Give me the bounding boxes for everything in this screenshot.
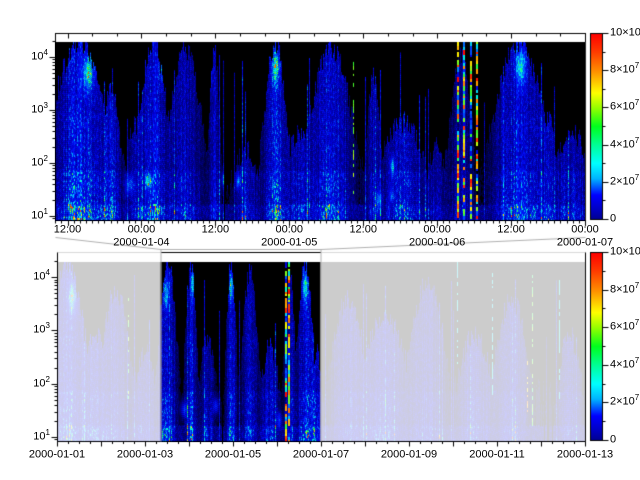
colorbar-tick-label: 10×107	[610, 247, 640, 258]
colorbar-tick-label: 6×107	[610, 102, 639, 113]
x-tick-label-time: 12:00	[349, 225, 377, 236]
colorbar-tick-label: 0	[610, 214, 616, 225]
x-tick-label-date: 2000-01-04	[113, 238, 169, 249]
y-tick-label: 104	[31, 52, 48, 63]
x-tick-label-date: 2000-01-11	[469, 450, 524, 461]
zoom-selection-region[interactable]	[160, 249, 321, 442]
y-tick-label: 102	[33, 378, 50, 389]
x-tick-label-date: 2000-01-03	[117, 450, 173, 461]
x-tick-label-date: 2000-01-13	[557, 450, 613, 461]
y-tick-label: 101	[33, 432, 50, 443]
x-tick-label-date: 2000-01-09	[381, 450, 437, 461]
colorbar-tick-label: 8×107	[610, 65, 639, 76]
x-tick-label-time: 12:00	[54, 225, 82, 236]
colorbar-tick-label: 8×107	[610, 284, 639, 295]
colorbar-tick-label: 2×107	[610, 397, 639, 408]
x-tick-label-date: 2000-01-07	[557, 238, 613, 249]
x-tick-label-date: 2000-01-05	[261, 238, 317, 249]
colorbar-tick-label: 6×107	[610, 322, 639, 333]
x-tick-label-date: 2000-01-05	[205, 450, 261, 461]
spectrogram-figure: 12:00 00:00 12:00 00:00 12:00 00:00 12:00 00:00…	[0, 0, 640, 480]
y-tick-label: 104	[33, 272, 50, 283]
colorbar-tick-label: 10×107	[610, 28, 640, 39]
colorbar-tick-label: 4×107	[610, 359, 639, 370]
y-tick-label: 103	[33, 325, 50, 336]
detail-spectrogram-plot[interactable]	[55, 33, 585, 221]
x-tick-label-time: 00:00	[571, 225, 599, 236]
y-tick-label: 103	[31, 105, 48, 116]
x-tick-label-date: 2000-01-01	[29, 450, 85, 461]
y-tick-label: 101	[31, 211, 48, 222]
x-tick-label-time: 00:00	[423, 225, 451, 236]
x-tick-label-time: 12:00	[202, 225, 230, 236]
colorbar-tick-label: 4×107	[610, 139, 639, 150]
y-tick-label: 102	[31, 158, 48, 169]
colorbar-tick-label: 0	[610, 435, 616, 446]
x-tick-label-date: 2000-01-07	[293, 450, 349, 461]
x-tick-label-date: 2000-01-06	[409, 238, 465, 249]
x-tick-label-time: 00:00	[276, 225, 304, 236]
x-tick-label-time: 12:00	[497, 225, 525, 236]
x-tick-label-time: 00:00	[128, 225, 156, 236]
context-spectrogram-plot[interactable]	[57, 252, 585, 442]
colorbar-tick-label: 2×107	[610, 176, 639, 187]
